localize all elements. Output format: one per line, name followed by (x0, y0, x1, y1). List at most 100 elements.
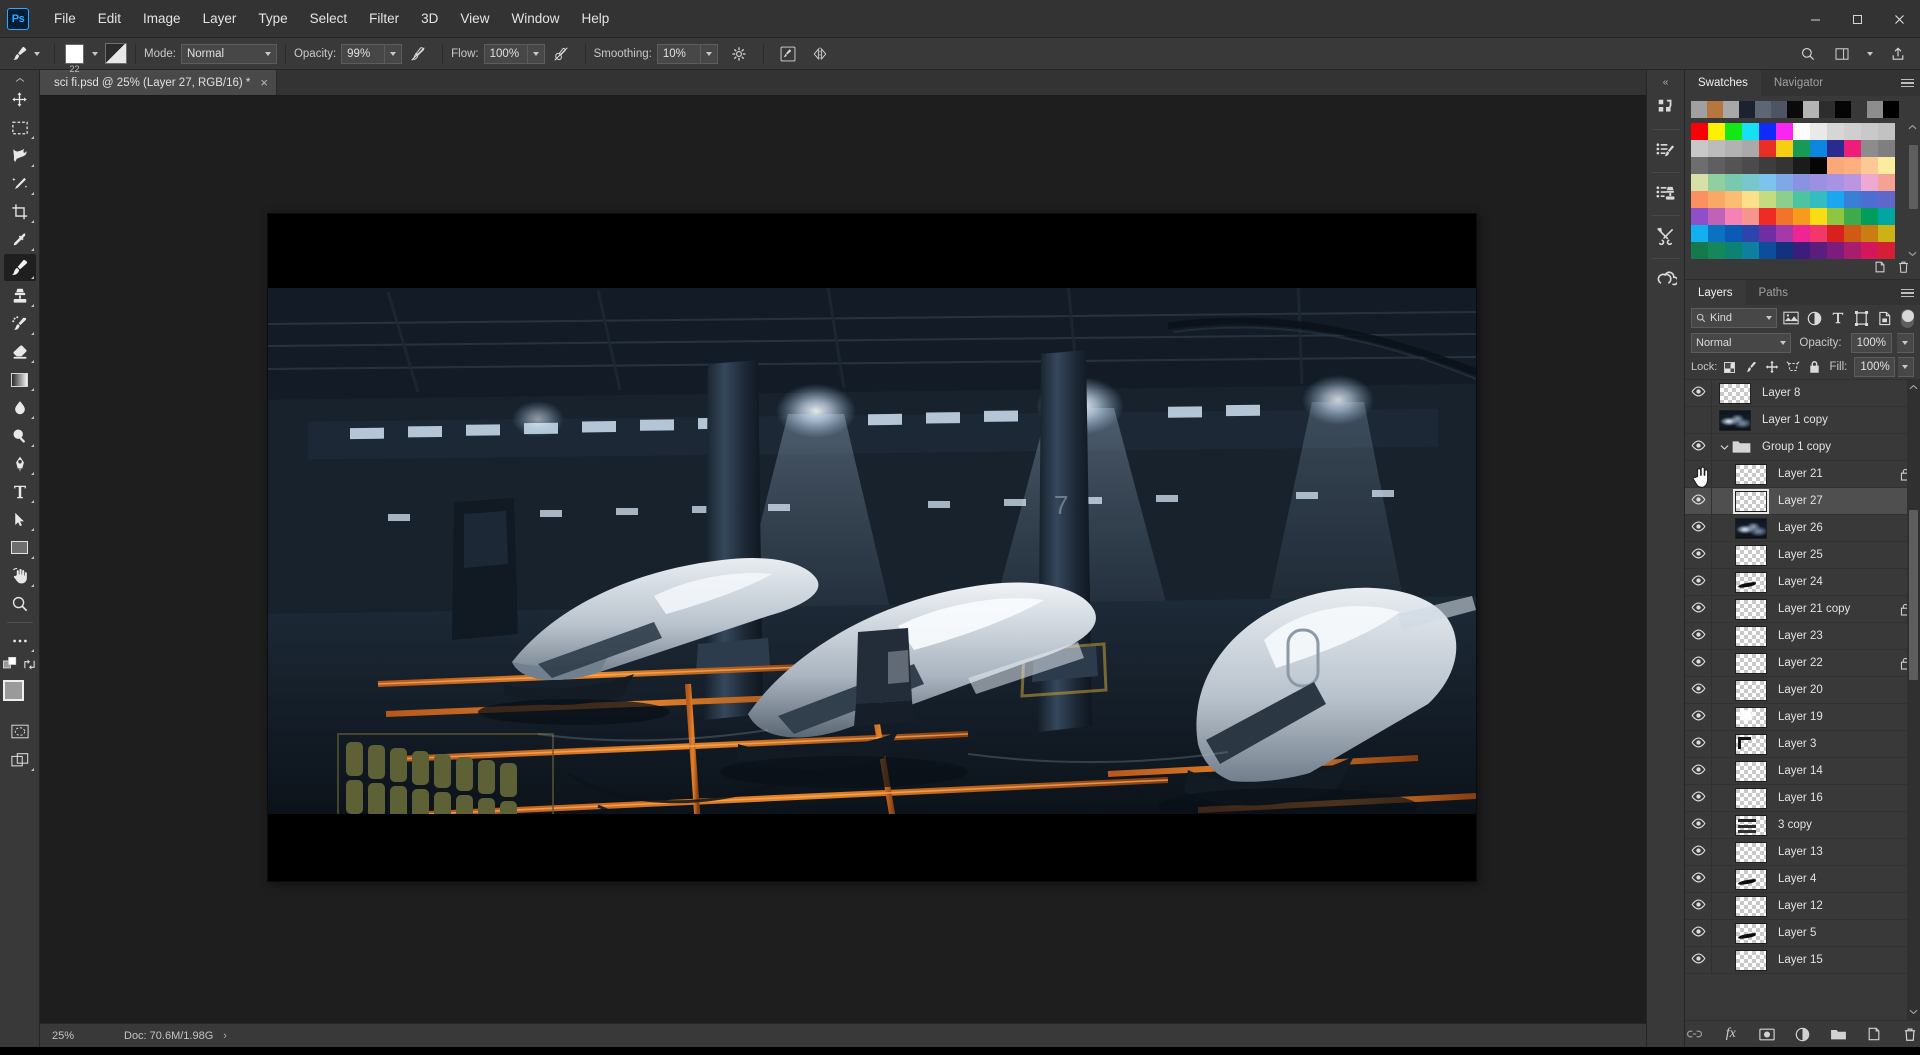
menu-file[interactable]: File (43, 0, 87, 38)
opacity-input[interactable]: 99% (341, 43, 386, 64)
link-layers-button[interactable] (1685, 1024, 1705, 1044)
layer-visibility-toggle[interactable] (1685, 595, 1712, 623)
layer-thumbnail[interactable] (1735, 571, 1767, 593)
color-swatch[interactable] (1793, 242, 1810, 259)
layer-thumbnail[interactable] (1735, 706, 1767, 728)
recent-swatch[interactable] (1723, 101, 1739, 118)
recent-colors-row[interactable] (1685, 101, 1920, 123)
color-swatch[interactable] (1844, 242, 1861, 259)
layer-visibility-toggle[interactable] (1685, 676, 1712, 704)
color-swatch[interactable] (1776, 191, 1793, 208)
type-tool[interactable] (4, 478, 36, 505)
layer-name[interactable]: Layer 24 (1767, 576, 1894, 588)
recent-swatch[interactable] (1883, 101, 1899, 118)
color-swatch[interactable] (1776, 157, 1793, 174)
history-brush-tool[interactable] (4, 310, 36, 337)
color-swatch[interactable] (1742, 157, 1759, 174)
color-swatch[interactable] (1708, 191, 1725, 208)
color-swatch[interactable] (1691, 191, 1708, 208)
brush-angle-icon[interactable] (775, 42, 801, 66)
color-swatch[interactable] (1861, 242, 1878, 259)
layer-opacity-stepper[interactable] (1897, 333, 1914, 353)
color-swatch[interactable] (1708, 157, 1725, 174)
menu-3d[interactable]: 3D (410, 0, 449, 38)
color-swatch[interactable] (1759, 123, 1776, 140)
color-swatch[interactable] (1844, 174, 1861, 191)
layer-row[interactable]: Layer 3 (1685, 730, 1920, 758)
color-swatch[interactable] (1810, 174, 1827, 191)
color-swatch[interactable] (1810, 191, 1827, 208)
color-swatch[interactable] (1793, 174, 1810, 191)
path-selection-tool[interactable] (4, 506, 36, 533)
layer-row[interactable]: Layer 8 (1685, 380, 1920, 407)
filter-type-icon[interactable] (1829, 308, 1847, 328)
layer-visibility-toggle[interactable] (1685, 406, 1712, 434)
recent-swatch[interactable] (1691, 101, 1707, 118)
brush-preset-picker[interactable]: 22 (65, 43, 84, 73)
document-canvas[interactable]: 7 (268, 214, 1476, 881)
screen-mode-icon[interactable] (4, 746, 36, 773)
color-swatch[interactable] (1844, 208, 1861, 225)
layer-visibility-toggle[interactable] (1685, 811, 1712, 839)
fill-stepper[interactable] (1897, 357, 1914, 377)
color-swatch[interactable] (1827, 242, 1844, 259)
layer-row[interactable]: Layer 26 (1685, 514, 1920, 542)
color-swatch[interactable] (1844, 140, 1861, 157)
layer-name[interactable]: Layer 8 (1751, 387, 1894, 399)
minimize-button[interactable] (1794, 0, 1836, 38)
color-swatch[interactable] (1776, 208, 1793, 225)
brush-settings-panel-icon[interactable] (105, 43, 127, 64)
recent-swatch[interactable] (1867, 101, 1883, 118)
color-swatch[interactable] (1691, 208, 1708, 225)
pressure-opacity-icon[interactable] (405, 42, 431, 66)
tool-presets-icon[interactable] (1650, 219, 1682, 253)
swatches-scroll-thumb[interactable] (1909, 145, 1918, 209)
brush-preset-chevron-icon[interactable] (92, 51, 98, 56)
recent-swatch[interactable] (1707, 101, 1723, 118)
document-info[interactable]: Doc: 70.6M/1.98G › (124, 1030, 227, 1042)
layer-row[interactable]: Group 1 copy (1685, 433, 1920, 461)
layer-visibility-toggle[interactable] (1685, 622, 1712, 650)
scroll-down-icon[interactable] (1909, 1008, 1918, 1020)
layer-row[interactable]: Layer 21 (1685, 460, 1920, 488)
color-swatch[interactable] (1691, 157, 1708, 174)
color-swatch[interactable] (1878, 208, 1895, 225)
color-swatch[interactable] (1844, 123, 1861, 140)
color-swatch[interactable] (1759, 157, 1776, 174)
layer-row[interactable]: Layer 5 (1685, 919, 1920, 947)
recent-swatch[interactable] (1835, 101, 1851, 118)
layer-row[interactable]: Layer 12 (1685, 892, 1920, 920)
color-swatch[interactable] (1861, 225, 1878, 242)
menu-type[interactable]: Type (247, 0, 298, 38)
new-group-button[interactable] (1828, 1024, 1848, 1044)
filter-enable-toggle[interactable] (1901, 308, 1914, 328)
color-swatch[interactable] (1827, 191, 1844, 208)
tab-swatches[interactable]: Swatches (1685, 70, 1761, 96)
add-layer-mask-button[interactable] (1757, 1024, 1777, 1044)
layer-visibility-toggle[interactable] (1685, 757, 1712, 785)
layer-thumbnail[interactable] (1735, 625, 1767, 647)
color-swatch[interactable] (1878, 140, 1895, 157)
color-swatch[interactable] (1878, 242, 1895, 259)
menu-help[interactable]: Help (570, 0, 620, 38)
new-layer-button[interactable] (1864, 1024, 1884, 1044)
layer-visibility-toggle[interactable] (1685, 865, 1712, 893)
swap-colors-icon[interactable] (23, 658, 36, 676)
layer-thumbnail[interactable] (1735, 949, 1767, 971)
opacity-stepper[interactable] (385, 43, 403, 64)
canvas-scroll-area[interactable]: 7 (40, 96, 1646, 1023)
color-swatch[interactable] (1793, 208, 1810, 225)
layer-row[interactable]: Layer 25 (1685, 541, 1920, 569)
layer-row[interactable]: Layer 4 (1685, 865, 1920, 893)
layer-row[interactable]: Layer 24 (1685, 568, 1920, 596)
rectangle-tool[interactable] (4, 534, 36, 561)
scroll-up-icon[interactable] (1908, 123, 1917, 132)
layer-row[interactable]: Layer 20 (1685, 676, 1920, 704)
gradient-tool[interactable] (4, 366, 36, 393)
smoothing-stepper[interactable] (700, 43, 718, 64)
layer-thumbnail[interactable] (1735, 598, 1767, 620)
filter-smart-object-icon[interactable] (1876, 308, 1894, 328)
color-swatch[interactable] (1810, 123, 1827, 140)
lock-position-icon[interactable] (1763, 358, 1781, 377)
lock-transparent-pixels-icon[interactable] (1720, 358, 1738, 377)
